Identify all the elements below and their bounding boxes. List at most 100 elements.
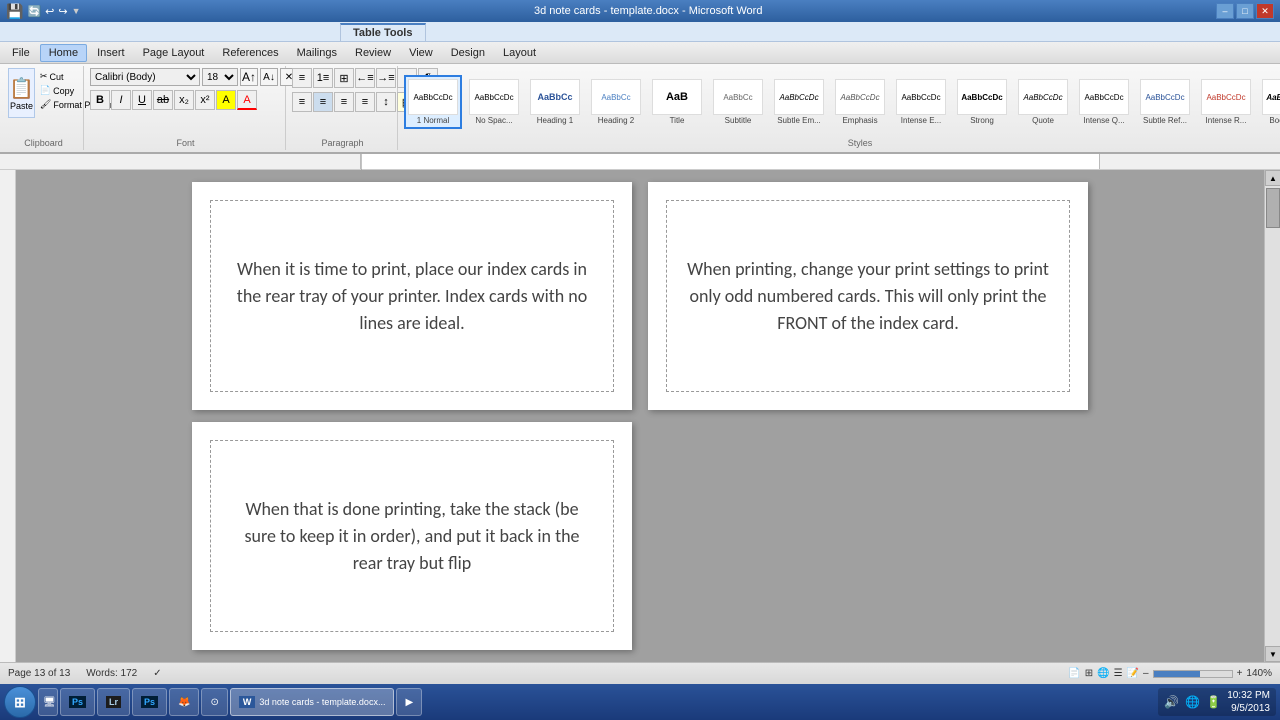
style-strong[interactable]: AaBbCcDc Strong — [953, 75, 1011, 129]
minimize-button[interactable]: – — [1216, 3, 1234, 19]
battery-icon[interactable]: 🔋 — [1206, 695, 1221, 709]
shrink-font-button[interactable]: A↓ — [260, 68, 278, 86]
style-title[interactable]: AaB Title — [648, 75, 706, 129]
justify-button[interactable]: ≡ — [355, 92, 375, 112]
numbering-button[interactable]: 1≡ — [313, 68, 333, 88]
paste-button[interactable]: 📋 Paste — [8, 68, 35, 118]
spell-check-icon: ✓ — [153, 668, 161, 679]
line-spacing-button[interactable]: ↕ — [376, 92, 396, 112]
view-draft-icon[interactable]: 📝 — [1127, 668, 1139, 679]
style-heading1[interactable]: AaBbCc Heading 1 — [526, 75, 584, 129]
view-print-icon[interactable]: 📄 — [1068, 668, 1080, 679]
system-time: 10:32 PM 9/5/2013 — [1227, 689, 1270, 715]
style-strong-label: Strong — [970, 116, 994, 125]
taskbar-vlc[interactable]: ▶ — [396, 688, 422, 716]
font-size-select[interactable]: 18 — [202, 68, 238, 86]
scroll-down-button[interactable]: ▼ — [1265, 646, 1280, 662]
taskbar-photoshop[interactable]: Ps — [60, 688, 95, 716]
grow-font-button[interactable]: A↑ — [240, 68, 258, 86]
increase-indent-button[interactable]: →≡ — [376, 68, 396, 88]
menu-design[interactable]: Design — [443, 45, 493, 61]
italic-button[interactable]: I — [111, 90, 131, 110]
menu-layout[interactable]: Layout — [495, 45, 544, 61]
highlight-button[interactable]: A — [216, 90, 236, 110]
taskbar-photoshop2[interactable]: Ps — [132, 688, 167, 716]
menu-file[interactable]: File — [4, 45, 38, 61]
system-tray: 🔊 🌐 🔋 10:32 PM 9/5/2013 — [1158, 688, 1276, 716]
style-subtle-em-preview: AaBbCcDc — [774, 79, 824, 115]
view-web-icon[interactable]: 🌐 — [1097, 668, 1109, 679]
style-no-space[interactable]: AaBbCcDc No Spac... — [465, 75, 523, 129]
taskbar-word[interactable]: W 3d note cards - template.docx... — [230, 688, 395, 716]
strikethrough-button[interactable]: ab — [153, 90, 173, 110]
menu-page-layout[interactable]: Page Layout — [135, 45, 213, 61]
format-buttons: B I U ab x₂ x² A A — [90, 90, 257, 110]
ruler — [0, 154, 1280, 170]
menu-insert[interactable]: Insert — [89, 45, 133, 61]
title-bar-controls[interactable]: – □ ✕ — [1216, 3, 1274, 19]
font-name-select[interactable]: Calibri (Body) — [90, 68, 200, 86]
zoom-slider[interactable] — [1153, 670, 1233, 678]
card-inner-top-left[interactable]: When it is time to print, place our inde… — [210, 200, 614, 392]
taskbar-desktop[interactable]: 🖥 — [38, 688, 58, 716]
style-subtle-ref[interactable]: AaBbCcDc Subtle Ref... — [1136, 75, 1194, 129]
style-heading1-label: Heading 1 — [537, 116, 573, 125]
left-ruler — [0, 170, 16, 662]
speaker-icon[interactable]: 🔊 — [1164, 695, 1179, 709]
menu-view[interactable]: View — [401, 45, 441, 61]
style-subtitle[interactable]: AaBbCc Subtitle — [709, 75, 767, 129]
styles-label: Styles — [404, 138, 1280, 148]
style-subtitle-preview: AaBbCc — [713, 79, 763, 115]
network-icon[interactable]: 🌐 — [1185, 695, 1200, 709]
menu-home[interactable]: Home — [40, 44, 87, 62]
superscript-button[interactable]: x² — [195, 90, 215, 110]
align-right-button[interactable]: ≡ — [334, 92, 354, 112]
scrollbar-thumb[interactable] — [1266, 188, 1280, 228]
bold-button[interactable]: B — [90, 90, 110, 110]
subscript-button[interactable]: x₂ — [174, 90, 194, 110]
style-quote-preview: AaBbCcDc — [1018, 79, 1068, 115]
underline-button[interactable]: U — [132, 90, 152, 110]
multilevel-button[interactable]: ⊞ — [334, 68, 354, 88]
decrease-indent-button[interactable]: ←≡ — [355, 68, 375, 88]
style-book-title-label: Book Title — [1269, 116, 1280, 125]
style-normal[interactable]: AaBbCcDc 1 Normal — [404, 75, 462, 129]
lr-icon: Lr — [106, 696, 121, 708]
style-subtle-em[interactable]: AaBbCcDc Subtle Em... — [770, 75, 828, 129]
style-intense-r[interactable]: AaBbCcDc Intense R... — [1197, 75, 1255, 129]
taskbar-firefox[interactable]: 🦊 — [169, 688, 199, 716]
view-full-screen-icon[interactable]: ⊞ — [1085, 668, 1093, 679]
menu-bar: File Home Insert Page Layout References … — [0, 42, 1280, 64]
scroll-up-button[interactable]: ▲ — [1265, 170, 1280, 186]
font-color-button[interactable]: A — [237, 90, 257, 110]
maximize-button[interactable]: □ — [1236, 3, 1254, 19]
card-inner-bottom-left[interactable]: When that is done printing, take the sta… — [210, 440, 614, 632]
scrollbar-track — [1265, 186, 1280, 646]
align-center-button[interactable]: ≡ — [313, 92, 333, 112]
status-left: Page 13 of 13 Words: 172 ✓ — [8, 668, 162, 679]
taskbar-chrome[interactable]: ⊙ — [201, 688, 227, 716]
align-left-button[interactable]: ≡ — [292, 92, 312, 112]
style-heading2[interactable]: AaBbCc Heading 2 — [587, 75, 645, 129]
style-book-title[interactable]: AaBbCcDc Book Title — [1258, 75, 1280, 129]
close-button[interactable]: ✕ — [1256, 3, 1274, 19]
menu-mailings[interactable]: Mailings — [289, 45, 345, 61]
menu-references[interactable]: References — [214, 45, 286, 61]
style-subtle-em-label: Subtle Em... — [777, 116, 821, 125]
style-intense-q[interactable]: AaBbCcDc Intense Q... — [1075, 75, 1133, 129]
ruler-inner — [360, 154, 1100, 169]
style-no-space-label: No Spac... — [475, 116, 512, 125]
style-title-label: Title — [670, 116, 685, 125]
bullets-button[interactable]: ≡ — [292, 68, 312, 88]
style-emphasis[interactable]: AaBbCcDc Emphasis — [831, 75, 889, 129]
zoom-in-button[interactable]: + — [1237, 668, 1243, 679]
style-no-space-preview: AaBbCcDc — [469, 79, 519, 115]
taskbar-lightroom[interactable]: Lr — [97, 688, 130, 716]
view-outline-icon[interactable]: ☰ — [1114, 668, 1123, 679]
card-inner-top-right[interactable]: When printing, change your print setting… — [666, 200, 1070, 392]
style-quote[interactable]: AaBbCcDc Quote — [1014, 75, 1072, 129]
zoom-out-button[interactable]: – — [1143, 668, 1149, 679]
style-intense-e[interactable]: AaBbCcDc Intense E... — [892, 75, 950, 129]
menu-review[interactable]: Review — [347, 45, 399, 61]
start-button[interactable]: ⊞ — [4, 686, 36, 718]
